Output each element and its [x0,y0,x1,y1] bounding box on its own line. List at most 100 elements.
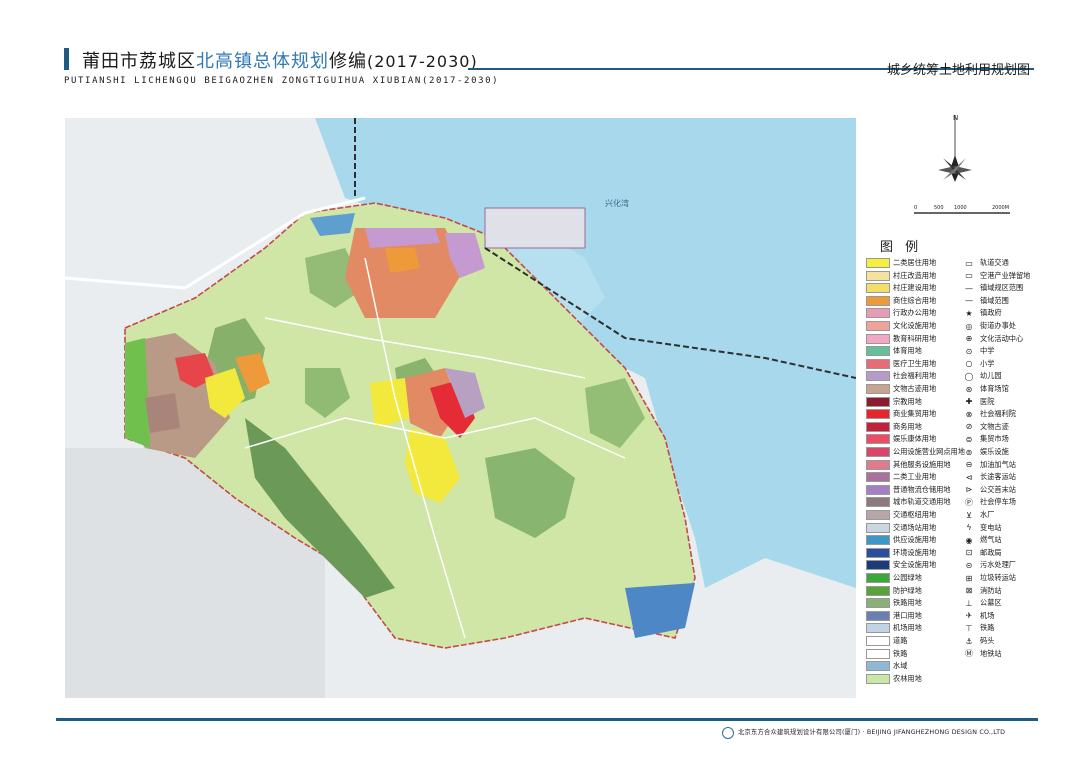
legend-item: ▭ 空港产业弹留地 [962,270,1030,282]
legend-item: 二类居住用地 [866,257,936,269]
legend-swatch [866,573,890,583]
legend-item: 社会福利用地 [866,370,936,382]
legend-label: 轨道交通 [980,258,1009,267]
legend-item: ⊥ 公墓区 [962,597,1002,609]
legend-label: 农林用地 [893,673,922,683]
legend-item: ⊳ 公交首末站 [962,484,1016,496]
legend-label: 二类居住用地 [893,258,937,267]
legend-label: 商业集贸用地 [893,409,937,419]
scale-tick-0: 0 [914,205,917,211]
legend-label: 燃气站 [980,535,1002,545]
legend-label: 地铁站 [980,648,1002,658]
legend-item: 交通枢纽用地 [866,509,936,521]
legend-item: ⊠ 消防站 [962,585,1002,597]
legend-label: 行政办公用地 [893,308,937,318]
legend-item: ✈ 机场 [962,610,995,622]
legend-label: 公用设施营业网点用地 [893,447,965,456]
legend-label: 公墓区 [980,598,1002,608]
gas-works-icon: ◉ [965,535,973,545]
middle-school-icon: ⊙ [965,346,973,356]
railway-station-icon: ⊤ [965,623,973,633]
legend-label: 医院 [980,396,995,406]
legend-swatch [866,358,890,369]
legend-label: 镇政府 [980,308,1002,318]
legend-item: ⊻ 水厂 [962,509,994,521]
company-logo-icon [722,727,734,739]
legend-item: 交通场站用地 [866,522,936,534]
legend-item: ⊡ 邮政局 [962,547,1002,559]
scale-tick-2000: 2000M [992,205,1009,211]
legend-swatch [866,472,890,483]
legend-label: 垃圾转运站 [980,573,1016,582]
legend-label: 村庄改造用地 [893,270,937,280]
svg-text:N: N [953,114,958,122]
header-accent-bar [64,48,69,70]
legend-item: 体育用地 [866,345,922,357]
legend-swatch [866,346,890,357]
legend-item: ⊲ 长途客运站 [962,471,1016,483]
legend-item: ⊤ 铁路 [962,622,995,634]
legend-item: 商务用地 [866,421,922,433]
legend-label: 码头 [980,636,995,645]
legend-label: 污水处理厂 [980,560,1016,570]
town-government-icon: ★ [965,308,973,318]
legend-swatch [866,371,890,382]
legend-swatch [866,598,890,609]
legend-label: 邮政局 [980,547,1002,557]
waterworks-icon: ⊻ [966,510,972,520]
cemetery-icon: ⊥ [965,598,973,608]
legend-label: 宗教用地 [893,396,922,406]
rail-transit-icon: ▭ [965,258,973,268]
legend-item: ◎ 街道办事处 [962,320,1016,332]
legend-item: ▭ 轨道交通 [962,257,1009,269]
legend-label: 医疗卫生用地 [893,358,937,368]
kindergarten-icon: ◯ [964,371,974,381]
legend-item: ◯ 幼儿园 [962,370,1002,382]
legend-item: ⊚ 娱乐设施 [962,446,1009,458]
culture-center-icon: ⊕ [965,334,973,344]
legend-item: 公用设施营业网点用地 [866,446,965,458]
legend-item: ⊕ 文化活动中心 [962,333,1024,345]
stadium-icon: ⊛ [965,384,973,394]
welfare-home-icon: ⊗ [965,409,973,419]
legend-item: 供应设施用地 [866,534,936,546]
legend-label: 港口用地 [893,610,922,620]
substation-icon: ϟ [966,523,972,533]
legend-swatch [866,409,890,420]
legend-item: 港口用地 [866,610,922,622]
legend-swatch [866,535,890,546]
legend-label: 加油加气站 [980,459,1016,469]
legend-label: 铁路用地 [893,598,922,608]
legend-item: 教育科研用地 [866,333,936,345]
fire-station-icon: ⊠ [965,586,973,596]
legend-item: ⊖ 加油加气站 [962,459,1016,471]
legend-label: 公交首末站 [980,484,1016,494]
legend-swatch [866,321,890,331]
legend-label: 文化设施用地 [893,321,937,330]
footer-company: 北京东方合众建筑规划设计有限公司(厦门) · BEIJING JIFANGHEZ… [738,729,1006,736]
legend-item: ⊝ 污水处理厂 [962,559,1016,571]
legend-label: 文物古迹用地 [893,384,937,393]
bay-label: 兴化湾 [605,198,629,208]
legend-label: 镇域范围 [980,295,1009,305]
legend-label: 环境设施用地 [893,547,937,557]
legend-item: ⚓ 码头 [962,635,994,647]
legend-label: 商务用地 [893,421,922,431]
planning-boundary-icon: — [965,283,973,293]
legend-item: ⊘ 文物古迹 [962,421,1009,433]
legend-item: 文物古迹用地 [866,383,936,395]
legend-label: 社会福利院 [980,409,1016,419]
legend-swatch [866,510,890,520]
legend-item: — 镇域规区范围 [962,282,1023,294]
heritage-icon: ⊘ [965,422,973,432]
legend-swatch [866,459,890,470]
legend-label: 街道办事处 [980,321,1016,330]
legend-label: 社会福利用地 [893,371,937,381]
street-office-icon: ◎ [965,321,973,331]
legend-swatch [866,547,890,558]
legend-swatch [866,283,890,294]
title-years: (2017-2030) [367,52,478,71]
legend-label: 防护绿地 [893,585,922,595]
legend-label: 文物古迹 [980,421,1009,431]
legend-swatch [866,295,890,306]
